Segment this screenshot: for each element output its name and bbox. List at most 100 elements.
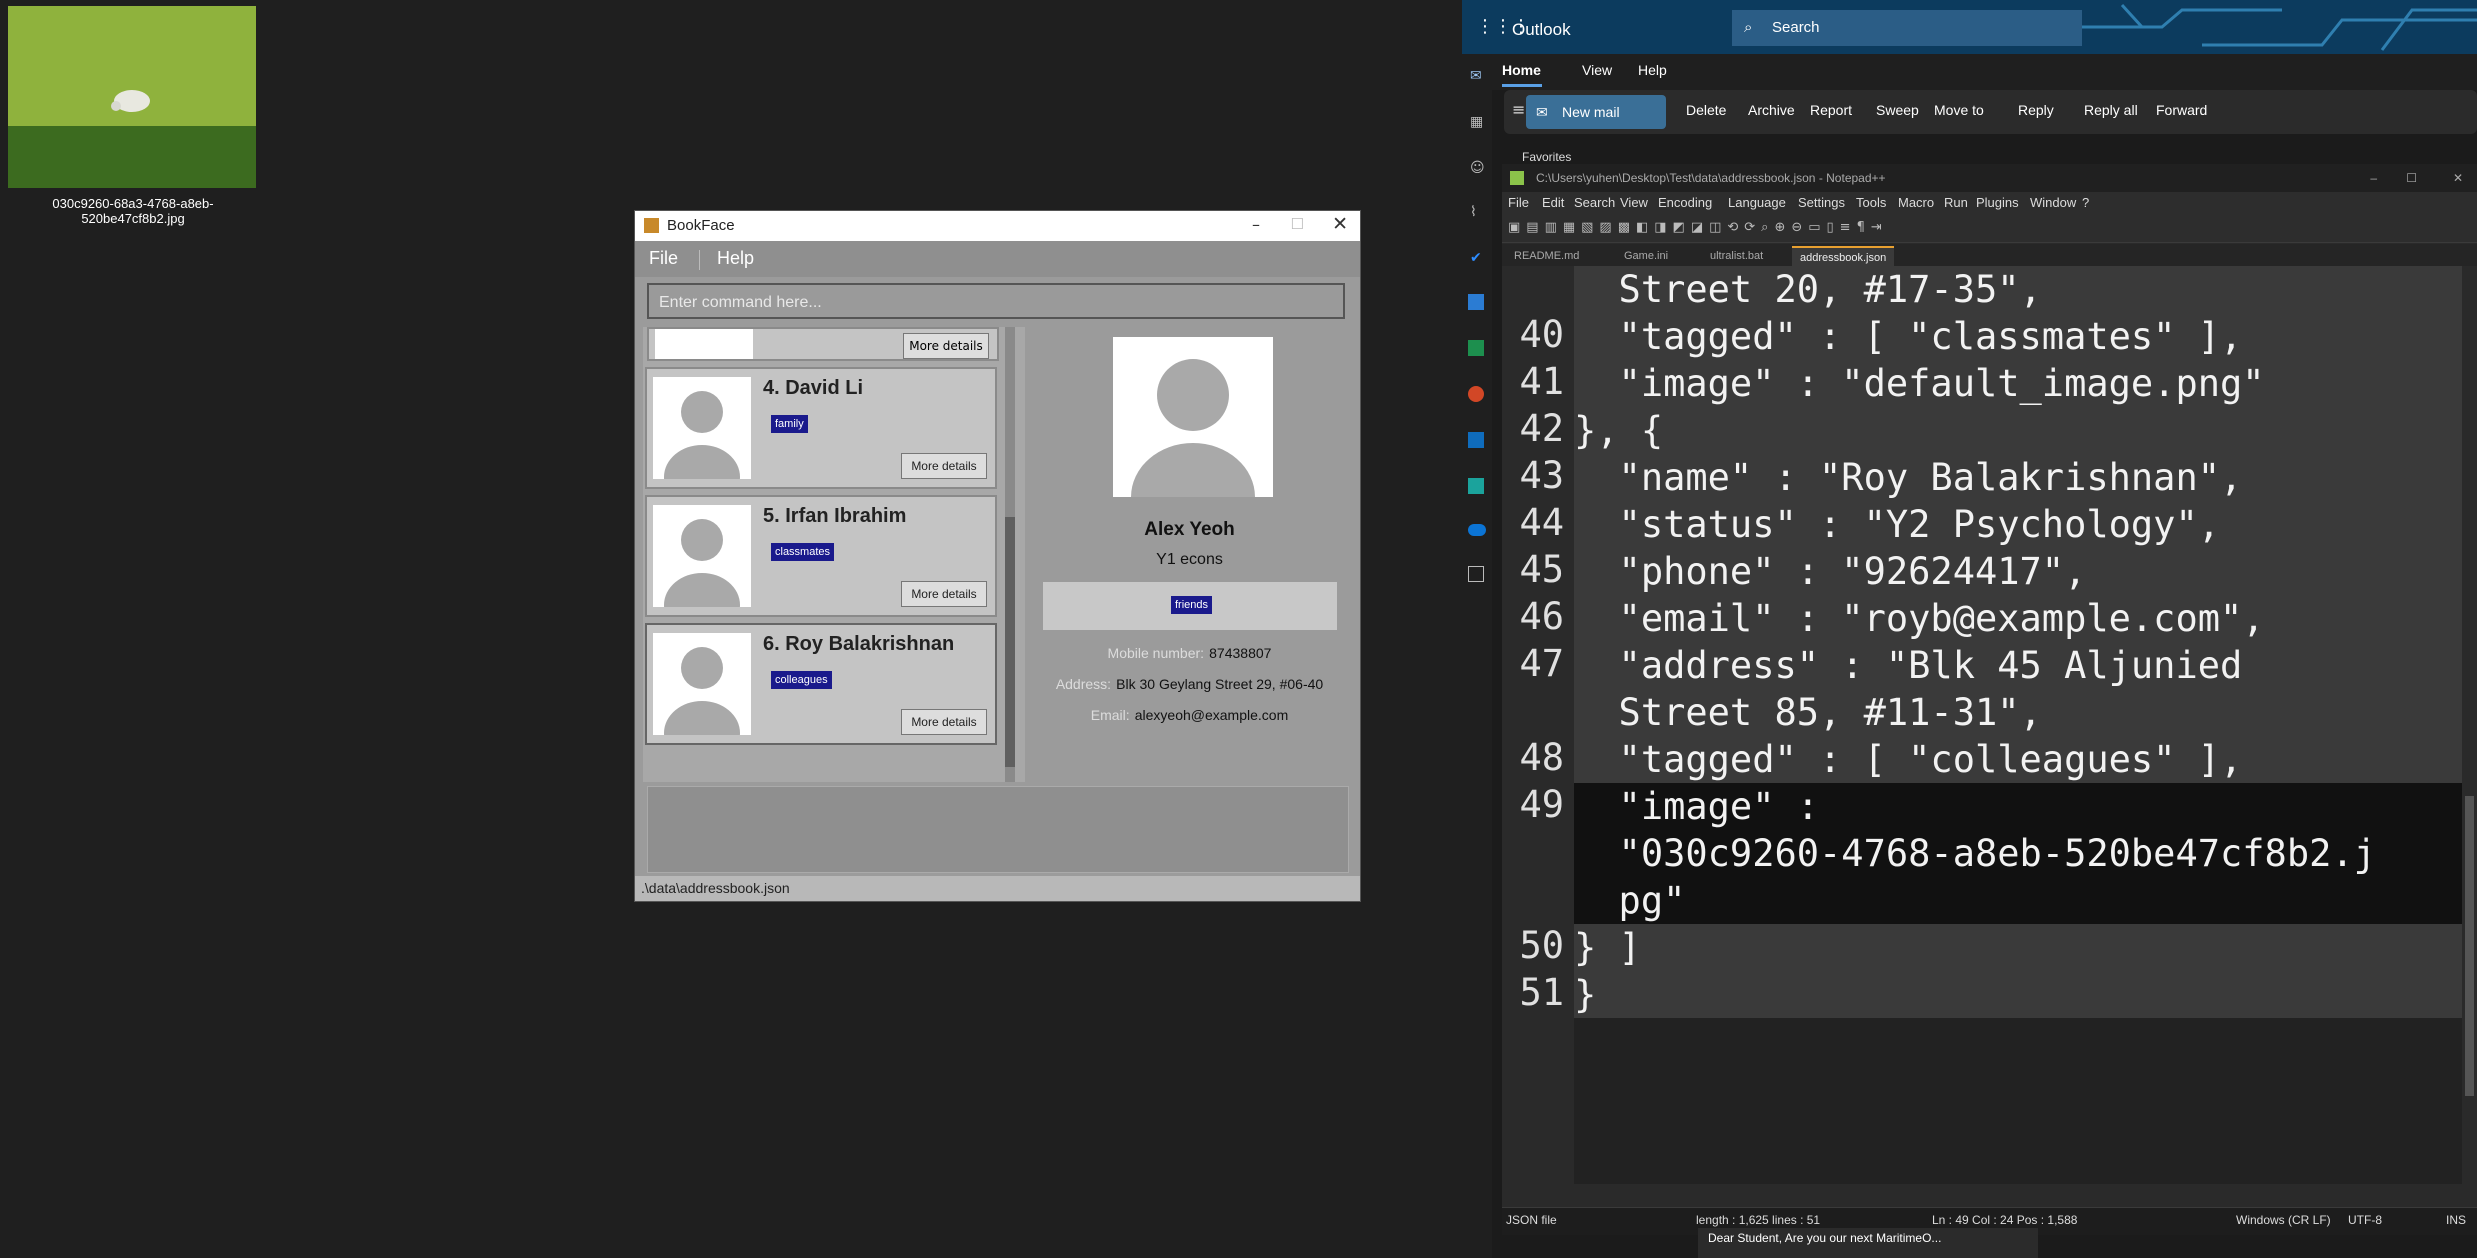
menu-divider: [699, 250, 700, 270]
menu-bar: File Help: [635, 241, 1360, 277]
address-label: Address:: [1055, 676, 1112, 692]
tab-readme[interactable]: README.md: [1506, 246, 1587, 266]
scrollbar-thumb[interactable]: [2465, 796, 2474, 1096]
maximize-icon[interactable]: ☐: [1291, 215, 1304, 233]
tab-ultralist[interactable]: ultralist.bat: [1702, 246, 1771, 266]
desktop-file-icon[interactable]: 030c9260-68a3-4768-a8eb-520be47cf8b2.jpg: [8, 6, 258, 226]
hamburger-icon[interactable]: ≡: [1512, 100, 1525, 119]
person-card[interactable]: 4. David Li family More details: [645, 367, 997, 489]
menu-file[interactable]: File: [649, 248, 678, 269]
archive-button[interactable]: Archive: [1748, 102, 1795, 118]
line-number: 40: [1519, 313, 1564, 356]
notification-preview[interactable]: Dear Student, Are you our next MaritimeO…: [1698, 1228, 2038, 1258]
favorites-label[interactable]: Favorites: [1522, 150, 1571, 164]
code-line-current: "030c9260-4768-a8eb-520be47cf8b2.j: [1574, 830, 2462, 877]
menu-edit[interactable]: Edit: [1542, 195, 1564, 210]
code-editor[interactable]: Street 20, #17-35", "tagged" : [ "classm…: [1574, 266, 2462, 1184]
tag-badge: friends: [1171, 596, 1213, 614]
outlook-brand: Outlook: [1512, 20, 1571, 39]
line-number: 46: [1519, 595, 1564, 638]
app-icon: [644, 218, 659, 233]
tag-badge: classmates: [771, 543, 835, 561]
tab-view[interactable]: View: [1582, 62, 1612, 78]
code-line: "tagged" : [ "classmates" ],: [1574, 313, 2462, 360]
address-value: Blk 30 Geylang Street 29, #06-40: [1116, 676, 1324, 692]
menu-tools[interactable]: Tools: [1856, 195, 1886, 210]
powerpoint-icon[interactable]: [1468, 386, 1484, 402]
editor-scrollbar[interactable]: [2462, 266, 2477, 1184]
line-number: 48: [1519, 736, 1564, 779]
report-button[interactable]: Report: [1810, 102, 1852, 118]
menu-language[interactable]: Language: [1728, 195, 1786, 210]
tab-help[interactable]: Help: [1638, 62, 1667, 78]
more-details-button[interactable]: More details: [901, 453, 987, 479]
line-number: 50: [1519, 924, 1564, 967]
mail-icon[interactable]: ✉: [1470, 68, 1482, 84]
more-apps-icon[interactable]: [1468, 566, 1484, 582]
delete-button[interactable]: Delete: [1686, 102, 1726, 118]
people-icon[interactable]: ☺: [1470, 160, 1485, 176]
line-number: 51: [1519, 971, 1564, 1014]
menu-view[interactable]: View: [1620, 195, 1648, 210]
word-icon[interactable]: [1468, 294, 1484, 310]
menu-plugins[interactable]: Plugins: [1976, 195, 2019, 210]
file-name-label: 030c9260-68a3-4768-a8eb-520be47cf8b2.jpg: [52, 196, 214, 226]
close-icon[interactable]: ✕: [1332, 213, 1348, 235]
menu-run[interactable]: Run: [1944, 195, 1968, 210]
sweep-button[interactable]: Sweep: [1876, 102, 1919, 118]
menu-search[interactable]: Search: [1574, 195, 1615, 210]
menu-settings[interactable]: Settings: [1798, 195, 1845, 210]
code-line: }: [1574, 971, 2462, 1018]
right-pane: ⋮⋮⋮ Outlook ⌕ Search ✉ ▦ ☺ ⌇ ✔ Home View…: [1462, 0, 2477, 1258]
tab-addressbook[interactable]: addressbook.json: [1792, 246, 1895, 268]
forward-button[interactable]: Forward: [2156, 102, 2207, 118]
avatar: [653, 633, 751, 735]
tag-badge: colleagues: [771, 671, 832, 689]
npp-title-bar[interactable]: C:\Users\yuhen\Desktop\Test\data\address…: [1502, 164, 2477, 192]
move-to-button[interactable]: Move to: [1934, 102, 1984, 118]
person-card-selected[interactable]: 6. Roy Balakrishnan colleagues More deta…: [645, 623, 997, 745]
list-item[interactable]: More details: [647, 327, 999, 361]
minimize-icon[interactable]: –: [2370, 164, 2377, 192]
reply-button[interactable]: Reply: [2018, 102, 2054, 118]
npp-title: C:\Users\yuhen\Desktop\Test\data\address…: [1536, 171, 1886, 185]
person-card[interactable]: 5. Irfan Ibrahim classmates More details: [645, 495, 997, 617]
menu-macro[interactable]: Macro: [1898, 195, 1934, 210]
npp-menu-bar: File Edit Search View Encoding Language …: [1502, 192, 2477, 214]
search-input[interactable]: ⌕ Search: [1732, 10, 2082, 46]
person-detail-panel: Alex Yeoh Y1 econs friends Mobile number…: [1027, 327, 1352, 785]
code-line: Street 20, #17-35",: [1574, 266, 2462, 313]
bing-icon[interactable]: [1468, 478, 1484, 494]
menu-encoding[interactable]: Encoding: [1658, 195, 1712, 210]
address-row: Address: Blk 30 Geylang Street 29, #06-4…: [1027, 674, 1352, 693]
tag-area: friends: [1043, 582, 1337, 630]
onedrive-icon[interactable]: [1468, 524, 1486, 536]
minimize-icon[interactable]: –: [1252, 215, 1260, 234]
more-details-button[interactable]: More details: [903, 333, 989, 359]
more-details-button[interactable]: More details: [901, 709, 987, 735]
line-number: 49: [1519, 783, 1564, 826]
menu-window[interactable]: Window: [2030, 195, 2076, 210]
attach-icon[interactable]: ⌇: [1470, 204, 1477, 220]
tab-game-ini[interactable]: Game.ini: [1616, 246, 1676, 266]
toolbar-icons[interactable]: ▣▤▥▦▧▨▩◧◨◩◪◫⟲⟳⌕⊕⊖▭▯≡¶⇥: [1508, 220, 1888, 235]
title-bar[interactable]: BookFace – ☐ ✕: [635, 211, 1360, 241]
close-icon[interactable]: ✕: [2453, 164, 2463, 192]
outlook-icon[interactable]: [1468, 432, 1484, 448]
menu-help[interactable]: Help: [717, 248, 754, 269]
cursor-position: Ln : 49 Col : 24 Pos : 1,588: [1932, 1213, 2078, 1227]
menu-file[interactable]: File: [1508, 195, 1529, 210]
scrollbar-thumb[interactable]: [1005, 517, 1015, 767]
maximize-icon[interactable]: ☐: [2406, 164, 2417, 192]
tab-home[interactable]: Home: [1502, 62, 1541, 78]
more-details-button[interactable]: More details: [901, 581, 987, 607]
line-number: 41: [1519, 360, 1564, 403]
todo-icon[interactable]: ✔: [1470, 250, 1482, 266]
menu-help[interactable]: ?: [2082, 195, 2089, 210]
calendar-icon[interactable]: ▦: [1470, 114, 1483, 130]
new-mail-button[interactable]: ✉ New mail: [1526, 95, 1666, 129]
command-input[interactable]: Enter command here...: [647, 283, 1345, 319]
window-title: BookFace: [667, 217, 735, 234]
excel-icon[interactable]: [1468, 340, 1484, 356]
reply-all-button[interactable]: Reply all: [2084, 102, 2138, 118]
